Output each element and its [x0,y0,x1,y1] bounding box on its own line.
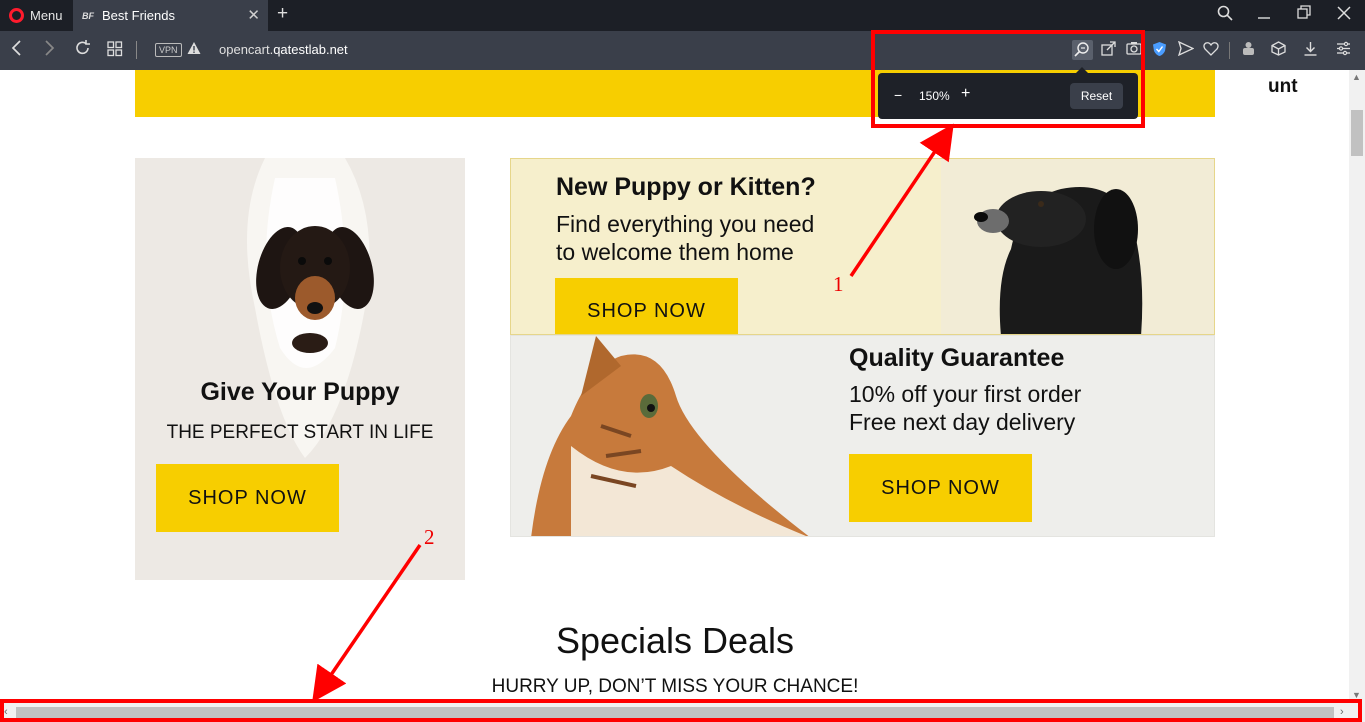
arrow-1 [849,123,954,277]
annotation-arrows [312,123,954,703]
arrow-2 [312,544,422,703]
annotation-label-2: 2 [424,525,435,549]
annotation-label-1: 1 [833,272,844,296]
